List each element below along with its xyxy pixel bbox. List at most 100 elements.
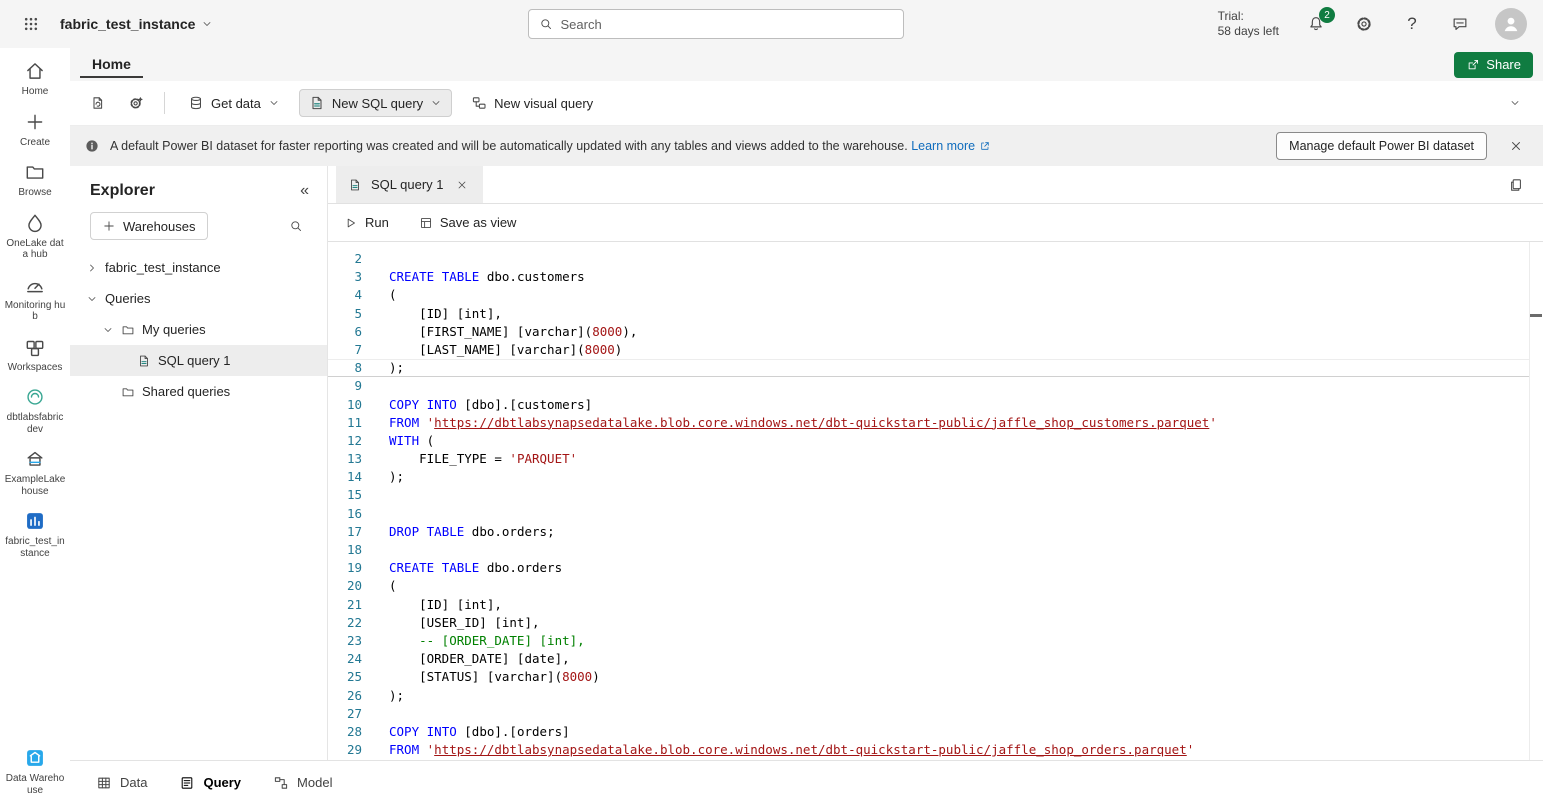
line-number: 6 [328, 323, 362, 341]
code-line-10[interactable]: 10COPY INTO [dbo].[customers] [328, 396, 1543, 414]
tree-item-my-queries[interactable]: My queries [70, 314, 327, 345]
code-line-15[interactable]: 15 [328, 486, 1543, 504]
rail-item-examplelakehouse[interactable]: ExampleLakehouse [2, 448, 68, 497]
code-line-7[interactable]: 7 [LAST_NAME] [varchar](8000) [328, 341, 1543, 359]
new-report-button[interactable] [84, 89, 112, 117]
scrollbar-thumb[interactable] [1530, 314, 1542, 317]
code-line-5[interactable]: 5 [ID] [int], [328, 305, 1543, 323]
tree-item-shared-queries[interactable]: Shared queries [70, 376, 327, 407]
collapse-ribbon-button[interactable] [1501, 89, 1529, 117]
app-launcher-button[interactable] [16, 9, 46, 39]
code-line-23[interactable]: 23 -- [ORDER_DATE] [int], [328, 632, 1543, 650]
run-button[interactable]: Run [344, 215, 389, 230]
tree-item-label: My queries [142, 322, 206, 337]
view-tab-model[interactable]: Model [273, 775, 332, 791]
code-line-3[interactable]: 3CREATE TABLE dbo.customers [328, 268, 1543, 286]
notifications-button[interactable]: 2 [1303, 11, 1329, 37]
copy-button[interactable] [1503, 172, 1529, 198]
learn-more-link[interactable]: Learn more [911, 139, 991, 153]
workspaces-icon [24, 336, 46, 358]
code-line-6[interactable]: 6 [FIRST_NAME] [varchar](8000), [328, 323, 1543, 341]
line-number: 15 [328, 486, 362, 504]
banner-close-button[interactable] [1503, 133, 1529, 159]
trial-label: Trial: [1218, 9, 1279, 24]
view-tab-label: Model [297, 775, 332, 790]
rail-item-label: Monitoring hub [2, 300, 68, 323]
explorer-title: Explorer [90, 182, 155, 200]
rail-item-label: Browse [16, 187, 53, 199]
play-icon [344, 216, 358, 230]
feedback-icon [1451, 15, 1469, 33]
line-number: 23 [328, 632, 362, 650]
rail-item-data-warehouse[interactable]: Data Warehouse [2, 747, 68, 796]
code-line-22[interactable]: 22 [USER_ID] [int], [328, 614, 1543, 632]
code-line-8[interactable]: 8); [328, 359, 1543, 377]
rail-item-fabric-test-instance[interactable]: fabric_test_instance [2, 510, 68, 559]
tab-home[interactable]: Home [80, 51, 143, 78]
code-line-4[interactable]: 4( [328, 286, 1543, 304]
new-visual-query-button[interactable]: New visual query [462, 90, 602, 116]
close-icon [456, 179, 468, 191]
code-line-2[interactable]: 2 [328, 250, 1543, 268]
code-line-19[interactable]: 19CREATE TABLE dbo.orders [328, 559, 1543, 577]
code-line-26[interactable]: 26); [328, 687, 1543, 705]
banner-message-text: A default Power BI dataset for faster re… [110, 139, 908, 153]
code-line-28[interactable]: 28COPY INTO [dbo].[orders] [328, 723, 1543, 741]
view-tab-data[interactable]: Data [96, 775, 147, 791]
code-line-18[interactable]: 18 [328, 541, 1543, 559]
code-line-25[interactable]: 25 [STATUS] [varchar](8000) [328, 668, 1543, 686]
new-sql-query-button[interactable]: New SQL query [299, 89, 452, 117]
global-search[interactable] [528, 9, 904, 39]
query-tab[interactable]: SQL query 1 [336, 166, 483, 203]
rail-item-onelake-data-hub[interactable]: OneLake data hub [2, 212, 68, 261]
manage-default-dataset-button[interactable]: Manage default Power BI dataset [1276, 132, 1487, 160]
rail-item-home[interactable]: Home [2, 60, 68, 98]
close-tab-button[interactable] [453, 176, 471, 194]
tree-item-queries[interactable]: Queries [70, 283, 327, 314]
sql-editor[interactable]: 23CREATE TABLE dbo.customers4(5 [ID] [in… [328, 242, 1543, 760]
code-line-13[interactable]: 13 FILE_TYPE = 'PARQUET' [328, 450, 1543, 468]
search-input[interactable] [561, 17, 893, 32]
collapse-explorer-button[interactable]: « [300, 182, 309, 200]
help-button[interactable]: ? [1399, 11, 1425, 37]
new-visual-query-label: New visual query [494, 96, 593, 111]
rail-item-monitoring-hub[interactable]: Monitoring hub [2, 274, 68, 323]
code-line-24[interactable]: 24 [ORDER_DATE] [date], [328, 650, 1543, 668]
feedback-button[interactable] [1447, 11, 1473, 37]
tree-item-fabric-test-instance[interactable]: fabric_test_instance [70, 252, 327, 283]
rail-item-dbtlabsfabricdev[interactable]: dbtlabsfabricdev [2, 386, 68, 435]
settings-button[interactable] [1351, 11, 1377, 37]
workspace-switcher[interactable]: fabric_test_instance [60, 16, 213, 32]
code-line-29[interactable]: 29FROM 'https://dbtlabsynapsedatalake.bl… [328, 741, 1543, 759]
add-warehouses-button[interactable]: Warehouses [90, 212, 208, 240]
rail-item-workspaces[interactable]: Workspaces [2, 336, 68, 374]
editor-scrollbar[interactable] [1529, 242, 1543, 760]
question-mark-icon: ? [1407, 14, 1416, 34]
get-data-button[interactable]: Get data [179, 90, 289, 116]
code-text: [USER_ID] [int], [389, 614, 540, 632]
banner-message: A default Power BI dataset for faster re… [110, 139, 991, 153]
code-line-27[interactable]: 27 [328, 705, 1543, 723]
run-label: Run [365, 215, 389, 230]
tree-item-sql-query-1[interactable]: SQL query 1 [70, 345, 327, 376]
close-icon [1509, 139, 1523, 153]
save-as-view-button[interactable]: Save as view [419, 215, 517, 230]
code-line-20[interactable]: 20( [328, 577, 1543, 595]
code-line-12[interactable]: 12WITH ( [328, 432, 1543, 450]
share-button[interactable]: Share [1454, 52, 1533, 78]
explorer-search-button[interactable] [283, 213, 309, 239]
rail-item-create[interactable]: Create [2, 111, 68, 149]
code-line-11[interactable]: 11FROM 'https://dbtlabsynapsedatalake.bl… [328, 414, 1543, 432]
code-line-16[interactable]: 16 [328, 505, 1543, 523]
code-text: COPY INTO [dbo].[customers] [389, 396, 592, 414]
code-line-14[interactable]: 14); [328, 468, 1543, 486]
code-text: ); [389, 468, 404, 486]
code-line-21[interactable]: 21 [ID] [int], [328, 596, 1543, 614]
settings-sparkle-button[interactable] [122, 89, 150, 117]
gear-icon [1355, 15, 1373, 33]
code-line-17[interactable]: 17DROP TABLE dbo.orders; [328, 523, 1543, 541]
code-line-9[interactable]: 9 [328, 377, 1543, 395]
rail-item-browse[interactable]: Browse [2, 161, 68, 199]
view-tab-query[interactable]: Query [179, 775, 241, 791]
account-avatar[interactable] [1495, 8, 1527, 40]
